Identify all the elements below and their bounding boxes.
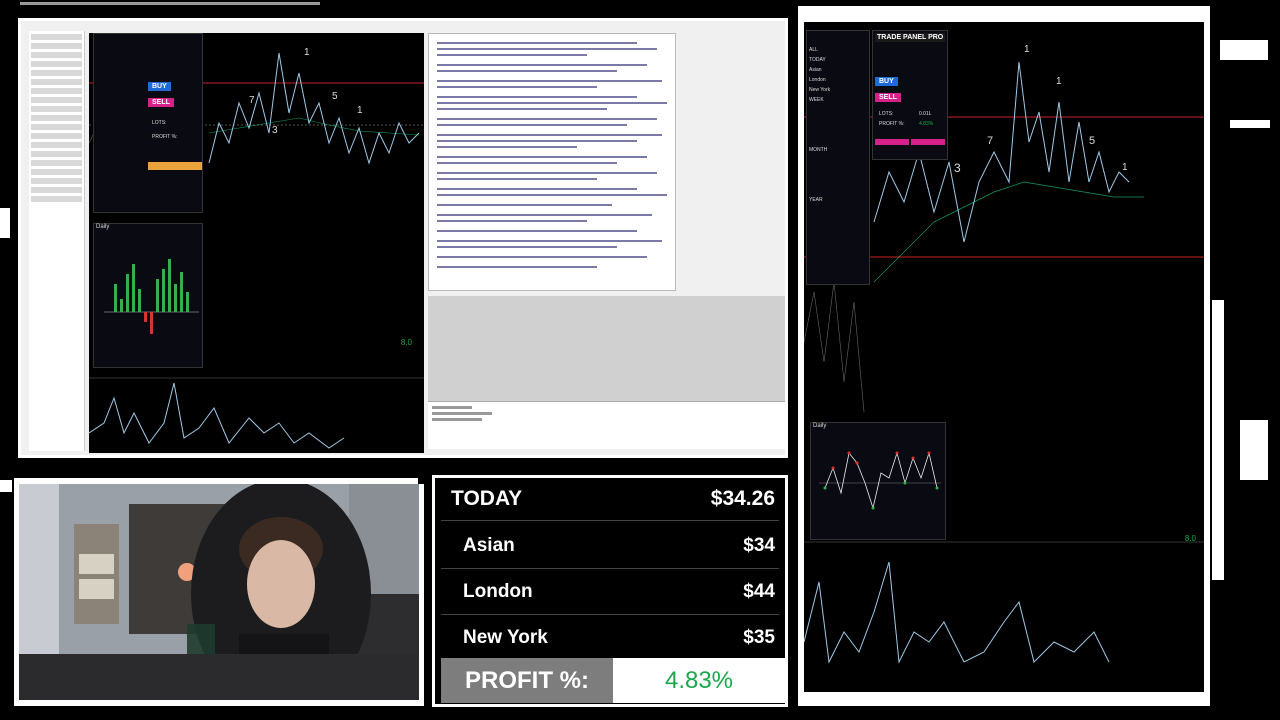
right-sell-button[interactable]: SELL xyxy=(875,93,901,102)
svg-text:5: 5 xyxy=(332,91,338,102)
right-summary-table: ALL TODAY Asian London New York WEEK MON… xyxy=(806,30,870,285)
editor-background xyxy=(428,296,785,416)
left-buy-button[interactable]: BUY xyxy=(148,82,171,91)
svg-text:3: 3 xyxy=(272,125,278,136)
summary-row-asian: Asian xyxy=(809,67,822,73)
summary-row-all: ALL xyxy=(809,47,818,53)
svg-text:3: 3 xyxy=(954,161,961,175)
london-value: $44 xyxy=(743,581,775,602)
svg-text:1: 1 xyxy=(357,105,363,116)
trade-panel-title: TRADE PANEL PRO xyxy=(875,33,946,42)
right-readout: 8.0 xyxy=(1184,534,1196,543)
left-profit-label: PROFIT %: xyxy=(152,134,178,140)
right-buy-button[interactable]: BUY xyxy=(875,77,898,86)
newyork-value: $35 xyxy=(743,627,775,648)
summary-row-month: MONTH xyxy=(809,147,828,153)
glitch-block xyxy=(1212,300,1224,580)
toolbox-panel[interactable] xyxy=(428,401,785,449)
webcam-feed xyxy=(19,484,419,700)
london-row: London $44 xyxy=(441,572,779,612)
left-monitor-capture: 3 3 1 5 1 7 BUY SELL LOTS: PROFIT %: Dai… xyxy=(18,18,788,458)
profit-bar: PROFIT %: 4.83% xyxy=(441,658,785,703)
right-monitor-capture: 3 7 1 1 5 1 ALL TODAY Asian London New Y… xyxy=(798,6,1210,706)
tp-button[interactable] xyxy=(875,139,909,145)
glitch-block xyxy=(20,2,320,5)
right-price-chart[interactable]: 3 7 1 1 5 1 ALL TODAY Asian London New Y… xyxy=(804,22,1204,692)
right-trade-panel[interactable]: TRADE PANEL PRO BUY SELL LOTS: 0.01L PRO… xyxy=(872,30,948,160)
glitch-block xyxy=(1220,40,1268,60)
today-label: TODAY xyxy=(451,487,523,510)
newyork-label: New York xyxy=(463,627,548,648)
svg-text:5: 5 xyxy=(1089,135,1095,147)
asian-label: Asian xyxy=(463,535,515,556)
right-lots-value[interactable]: 0.01L xyxy=(919,111,932,117)
summary-row-week: WEEK xyxy=(809,97,824,103)
webcam-frame xyxy=(14,478,424,706)
asian-row: Asian $34 xyxy=(441,526,779,566)
today-value: $34.26 xyxy=(710,487,775,510)
code-editor[interactable] xyxy=(428,33,676,291)
right-daily-indicator: Daily xyxy=(810,422,946,540)
summary-row-london: London xyxy=(809,77,826,83)
glitch-block xyxy=(0,208,10,238)
glitch-block xyxy=(1230,120,1270,128)
right-lots-label: LOTS: xyxy=(879,111,894,117)
left-lots-label: LOTS: xyxy=(152,120,167,126)
left-trade-panel[interactable]: BUY SELL LOTS: PROFIT %: xyxy=(93,33,203,213)
profit-value: 4.83% xyxy=(613,658,785,703)
svg-text:1: 1 xyxy=(1056,76,1062,87)
glitch-block xyxy=(0,480,12,492)
profit-label: PROFIT %: xyxy=(441,658,613,703)
svg-text:7: 7 xyxy=(249,95,255,106)
right-profit-value: 4.83% xyxy=(919,121,934,127)
left-daily-indicator: Daily xyxy=(93,223,203,368)
left-lock-button[interactable] xyxy=(148,162,202,170)
webcam-scene xyxy=(19,484,419,700)
today-row: TODAY $34.26 xyxy=(441,482,779,516)
left-readout: 8.0 xyxy=(400,338,412,347)
summary-row-newyork: New York xyxy=(809,87,831,93)
profit-stats-overlay: TODAY $34.26 Asian $34 London $44 New Yo… xyxy=(432,475,788,707)
right-profit-label: PROFIT %: xyxy=(879,121,905,127)
svg-text:1: 1 xyxy=(1024,44,1030,55)
svg-text:1: 1 xyxy=(304,47,310,58)
glitch-block xyxy=(1240,420,1268,480)
svg-text:7: 7 xyxy=(987,135,993,147)
navigator-sidebar[interactable] xyxy=(29,31,85,451)
newyork-row: New York $35 xyxy=(441,618,779,658)
summary-row-today: TODAY xyxy=(809,57,826,63)
asian-value: $34 xyxy=(743,535,775,556)
left-price-chart[interactable]: 3 3 1 5 1 7 BUY SELL LOTS: PROFIT %: Dai… xyxy=(89,33,424,453)
svg-text:1: 1 xyxy=(1122,162,1128,173)
left-sell-button[interactable]: SELL xyxy=(148,98,174,107)
london-label: London xyxy=(463,581,533,602)
sl-button[interactable] xyxy=(911,139,945,145)
summary-row-year: YEAR xyxy=(809,197,823,203)
